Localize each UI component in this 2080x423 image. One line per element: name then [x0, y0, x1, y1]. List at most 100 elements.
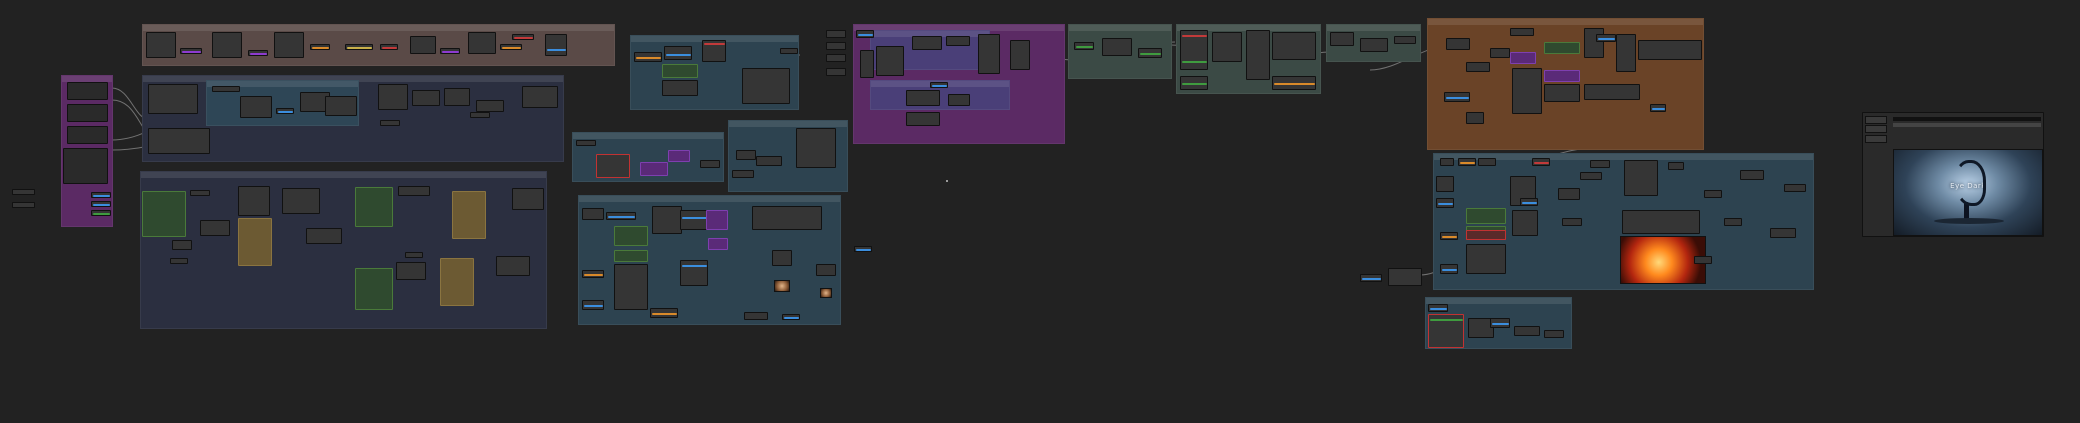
node-tb-4[interactable]	[1490, 318, 1510, 328]
node-pc-left-1[interactable]	[826, 30, 846, 38]
node-teal4-7[interactable]	[582, 300, 604, 310]
node-pc-7[interactable]	[906, 90, 940, 106]
node-teal4-6[interactable]	[582, 270, 604, 278]
node-purple-3[interactable]	[67, 126, 108, 144]
node-teal4-9[interactable]	[680, 210, 708, 230]
node-navy-lower-1[interactable]	[142, 191, 186, 237]
node-teal1-3[interactable]	[664, 46, 692, 60]
node-orange-11[interactable]	[1544, 84, 1580, 102]
node-navy-lower-7[interactable]	[282, 188, 320, 214]
node-tr-10[interactable]	[1466, 230, 1506, 240]
node-teal4-10[interactable]	[680, 260, 708, 286]
node-teal4-16[interactable]	[650, 308, 678, 318]
node-teal4-8[interactable]	[652, 206, 682, 234]
node-tr-19[interactable]	[1624, 160, 1658, 196]
node-navy-lower-11[interactable]	[452, 191, 486, 239]
node-mid-2[interactable]	[1388, 268, 1422, 286]
node-navy-lower-9[interactable]	[355, 187, 393, 227]
node-navy-lower-10[interactable]	[398, 186, 430, 196]
node-pc-10[interactable]	[948, 94, 970, 106]
node-tr-15[interactable]	[1520, 198, 1538, 206]
node-tr-24[interactable]	[1740, 170, 1764, 180]
node-navy-lower-16[interactable]	[496, 256, 530, 276]
node-tb-2[interactable]	[1428, 314, 1464, 348]
node-pc-8[interactable]	[906, 112, 940, 126]
node-teal1-7[interactable]	[662, 80, 698, 96]
node-brown-5[interactable]	[274, 32, 304, 58]
node-sage2-6[interactable]	[1272, 76, 1316, 90]
node-teal1-5[interactable]	[742, 68, 790, 104]
node-teal4-15[interactable]	[816, 264, 836, 276]
node-orange-10[interactable]	[1544, 70, 1580, 82]
node-orange-9[interactable]	[1544, 42, 1580, 54]
node-orange-6[interactable]	[1510, 28, 1534, 36]
node-brown-3[interactable]	[212, 32, 242, 58]
node-tr-20[interactable]	[1622, 210, 1700, 234]
node-tr-21[interactable]	[1668, 162, 1684, 170]
node-brown-9[interactable]	[410, 36, 436, 54]
node-pc-5[interactable]	[978, 34, 1000, 74]
node-tr-14[interactable]	[1532, 158, 1550, 166]
node-brown-10[interactable]	[440, 48, 460, 54]
preview-image-node[interactable]: Eye Dark	[1862, 112, 2044, 237]
node-navy-11[interactable]	[476, 100, 504, 112]
node-teal4-19[interactable]	[854, 246, 872, 252]
node-teal2-2[interactable]	[640, 162, 668, 176]
node-tr-4[interactable]	[1436, 176, 1454, 192]
node-navy-8[interactable]	[378, 84, 408, 110]
node-purple-7[interactable]	[91, 210, 111, 216]
node-brown-11[interactable]	[468, 32, 496, 54]
node-pc-3[interactable]	[912, 36, 942, 50]
node-navy-7[interactable]	[325, 96, 357, 116]
preview-input-2[interactable]	[1865, 125, 1887, 133]
node-purple-5[interactable]	[91, 192, 111, 198]
node-brown-6[interactable]	[310, 44, 330, 50]
preview-input-3[interactable]	[1865, 135, 1887, 143]
node-tr-18[interactable]	[1590, 160, 1610, 168]
node-sage2-3[interactable]	[1212, 32, 1242, 62]
node-tr-26[interactable]	[1784, 184, 1806, 192]
node-graph-canvas[interactable]: Eye Dark	[0, 0, 2080, 423]
node-teal2-3[interactable]	[668, 150, 690, 162]
node-navy-9[interactable]	[412, 90, 440, 106]
node-orange-8[interactable]	[1512, 68, 1542, 114]
node-tr-25[interactable]	[1770, 228, 1796, 238]
node-orange-7[interactable]	[1510, 52, 1536, 64]
node-teal4-3[interactable]	[614, 226, 648, 246]
node-sage2-2[interactable]	[1180, 76, 1208, 90]
node-pc-1[interactable]	[856, 30, 874, 38]
node-navy-12[interactable]	[522, 86, 558, 108]
node-sage2-4[interactable]	[1246, 30, 1270, 80]
node-tb-1[interactable]	[1428, 304, 1448, 312]
node-teal1-6[interactable]	[780, 48, 798, 54]
node-navy-14[interactable]	[470, 112, 490, 118]
node-teal3-2[interactable]	[756, 156, 782, 166]
node-tr-17[interactable]	[1580, 172, 1602, 180]
node-tr-6[interactable]	[1440, 232, 1458, 240]
node-brown-4[interactable]	[248, 50, 268, 56]
node-tr-23[interactable]	[1724, 218, 1742, 226]
node-tr-8[interactable]	[1466, 208, 1506, 224]
node-orange-3[interactable]	[1444, 92, 1470, 102]
node-navy-lower-17[interactable]	[170, 258, 188, 264]
node-brown-13[interactable]	[512, 34, 534, 40]
node-brown-8[interactable]	[380, 44, 398, 50]
node-teal3-1[interactable]	[736, 150, 756, 160]
node-pc-6[interactable]	[1010, 40, 1030, 70]
node-orange-15[interactable]	[1638, 40, 1702, 60]
node-teal1-1[interactable]	[634, 52, 662, 62]
node-pc-left-4[interactable]	[826, 68, 846, 76]
node-pc-11[interactable]	[860, 50, 874, 78]
node-navy-13[interactable]	[380, 120, 400, 126]
node-teal4-13[interactable]	[752, 206, 822, 230]
node-teal3-4[interactable]	[732, 170, 754, 178]
node-brown-14[interactable]	[545, 34, 567, 56]
node-tr-16[interactable]	[1558, 188, 1580, 200]
node-sage3-2[interactable]	[1360, 38, 1388, 52]
node-brown-2[interactable]	[180, 48, 202, 54]
node-sage1-1[interactable]	[1074, 42, 1094, 50]
node-teal4-1[interactable]	[582, 208, 604, 220]
node-purple-1[interactable]	[67, 82, 108, 100]
node-navy-lower-13[interactable]	[355, 268, 393, 310]
node-pc-9[interactable]	[930, 82, 948, 88]
